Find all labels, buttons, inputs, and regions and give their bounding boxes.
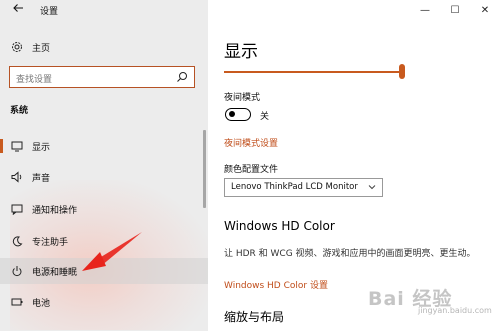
watermark: Bai 经验 jingyan.baidu.com (368, 284, 492, 315)
brightness-slider-track[interactable] (224, 71, 402, 73)
night-light-toggle[interactable] (225, 108, 251, 121)
hd-color-description: 让 HDR 和 WCG 视频、游戏和应用中的画面更明亮、更生动。 (224, 249, 476, 259)
hd-color-heading: Windows HD Color (224, 219, 335, 233)
window-title: 设置 (40, 7, 59, 17)
sidebar-item-label: 通知和操作 (32, 205, 78, 216)
sidebar-item-display[interactable]: 显示 (0, 133, 208, 159)
window-controls: — ☐ ✕ (410, 0, 500, 22)
sidebar-item-home[interactable]: 主页 (0, 34, 208, 60)
sidebar-item-label: 专注助手 (32, 237, 69, 248)
chevron-down-icon (368, 185, 376, 190)
titlebar-left: 设置 (0, 0, 208, 22)
night-light-label: 夜间模式 (224, 93, 261, 103)
sidebar-item-focus-assist[interactable]: 专注助手 (0, 228, 208, 254)
sidebar-item-sound[interactable]: 声音 (0, 164, 208, 190)
search-icon[interactable] (176, 71, 188, 83)
color-profile-label: 颜色配置文件 (224, 165, 279, 175)
back-arrow-icon (13, 4, 23, 12)
watermark-subtext: jingyan.baidu.com (418, 306, 492, 315)
scale-layout-heading: 缩放与布局 (224, 310, 285, 324)
speaker-icon (10, 170, 24, 184)
battery-icon (10, 295, 24, 309)
sidebar-item-notifications[interactable]: 通知和操作 (0, 196, 208, 222)
toggle-knob (229, 111, 235, 117)
brightness-slider-thumb[interactable] (399, 64, 405, 79)
search-box[interactable] (9, 66, 195, 90)
notification-icon (10, 202, 24, 216)
sidebar-item-label: 声音 (32, 173, 51, 184)
page-title: 显示 (224, 42, 258, 62)
hd-color-settings-link[interactable]: Windows HD Color 设置 (224, 278, 328, 291)
monitor-icon (10, 139, 24, 153)
power-icon (10, 264, 24, 278)
sidebar-scrollbar[interactable] (203, 130, 206, 208)
night-light-state: 关 (260, 112, 270, 122)
sidebar-item-label: 电源和睡眠 (32, 267, 78, 278)
close-button[interactable]: ✕ (470, 0, 500, 22)
night-light-settings-link[interactable]: 夜间模式设置 (224, 136, 278, 149)
minimize-button[interactable]: — (410, 0, 440, 22)
moon-icon (10, 234, 24, 248)
sidebar-item-label: 电池 (32, 298, 51, 309)
search-input[interactable] (10, 70, 170, 90)
section-label-system: 系统 (10, 106, 29, 116)
maximize-button[interactable]: ☐ (440, 0, 470, 22)
sidebar-item-battery[interactable]: 电池 (0, 289, 208, 315)
sidebar-item-power-sleep[interactable]: 电源和睡眠 (0, 258, 208, 284)
back-button[interactable] (10, 2, 26, 18)
color-profile-value: Lenovo ThinkPad LCD Monitor (231, 182, 358, 192)
sidebar-item-label: 主页 (32, 43, 51, 54)
sidebar-item-label: 显示 (32, 142, 51, 153)
color-profile-select[interactable]: Lenovo ThinkPad LCD Monitor (224, 178, 383, 197)
sidebar: 设置 主页 系统 显示 (0, 0, 208, 331)
gear-icon (10, 40, 24, 54)
